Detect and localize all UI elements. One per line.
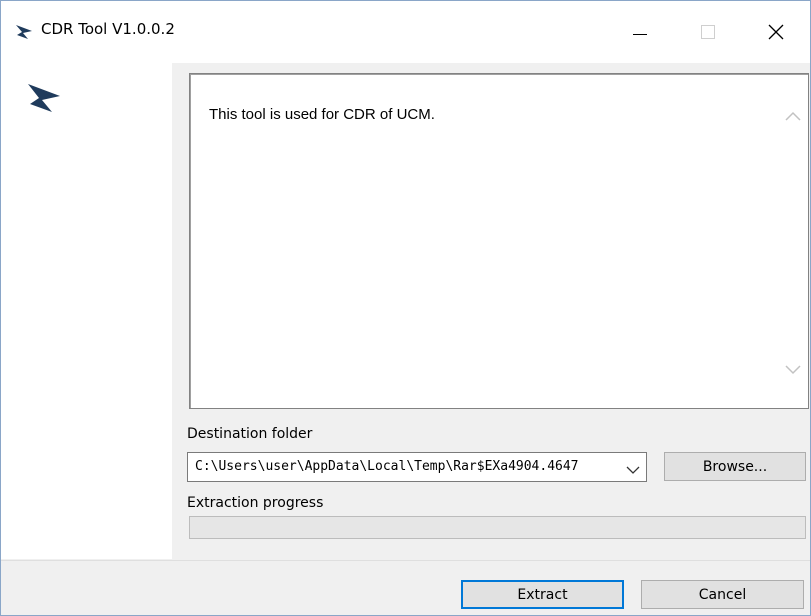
info-text: This tool is used for CDR of UCM.: [209, 106, 435, 123]
window-title: CDR Tool V1.0.0.2: [41, 20, 175, 38]
scroll-up-icon[interactable]: [781, 106, 805, 126]
cdr-tool-window: CDR Tool V1.0.0.2 This tool is used for …: [0, 0, 811, 616]
browse-button[interactable]: Browse...: [664, 452, 806, 481]
app-logo-icon: [15, 24, 33, 40]
maximize-button[interactable]: [674, 1, 742, 63]
maximize-icon: [701, 25, 715, 39]
info-textbox[interactable]: This tool is used for CDR of UCM.: [189, 73, 809, 409]
destination-folder-combo[interactable]: C:\Users\user\AppData\Local\Temp\Rar$EXa…: [187, 452, 647, 482]
destination-folder-value: C:\Users\user\AppData\Local\Temp\Rar$EXa…: [195, 459, 579, 474]
close-button[interactable]: [742, 1, 810, 63]
cancel-button[interactable]: Cancel: [641, 580, 804, 609]
extraction-progress-bar: [189, 516, 806, 539]
minimize-button[interactable]: [606, 1, 674, 63]
side-banner: [1, 63, 172, 559]
minimize-icon: [633, 30, 647, 35]
close-icon: [768, 24, 784, 40]
grandstream-logo-icon: [23, 79, 65, 117]
chevron-down-icon[interactable]: [626, 462, 640, 474]
destination-folder-label: Destination folder: [187, 426, 313, 442]
extract-button[interactable]: Extract: [461, 580, 624, 609]
extraction-progress-label: Extraction progress: [187, 495, 324, 511]
title-bar: CDR Tool V1.0.0.2: [1, 1, 810, 63]
footer-divider: [1, 560, 810, 561]
scroll-down-icon[interactable]: [781, 360, 805, 380]
